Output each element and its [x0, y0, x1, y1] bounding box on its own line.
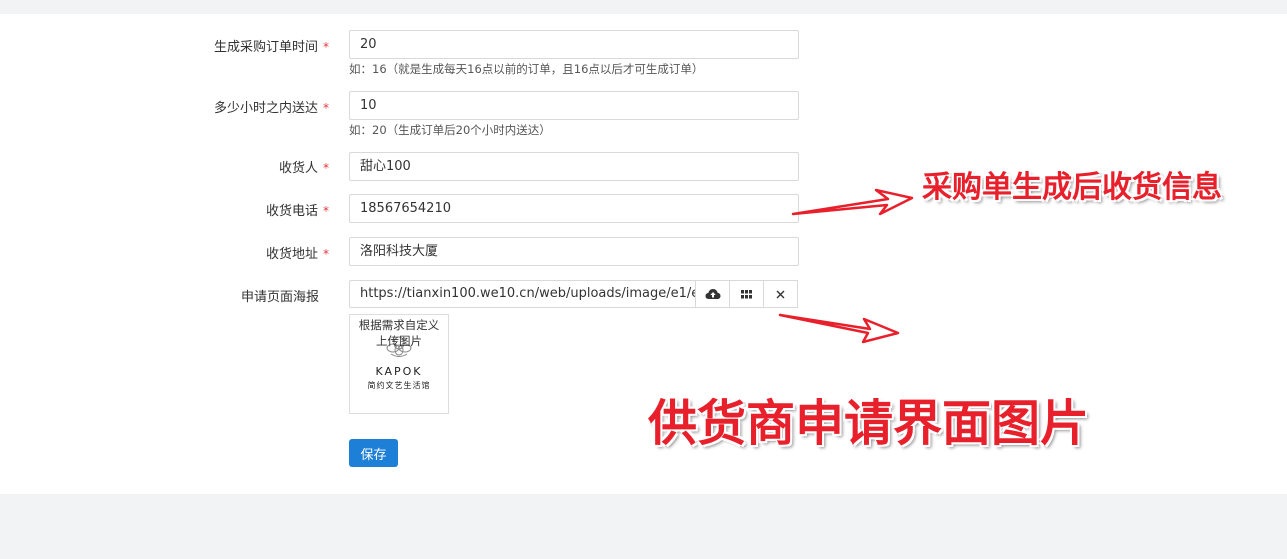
order-time-help: 如：16（就是生成每天16点以前的订单，且16点以后才可生成订单） [349, 62, 704, 76]
thumbnail-brand: KAPOK [375, 365, 423, 378]
grid-icon [741, 289, 752, 299]
thumbnail-text-line2: 上传图片 [376, 334, 422, 348]
delivery-hours-help: 如：20（生成订单后20个小时内送达） [349, 123, 551, 137]
field-label: 多少小时之内送达 * [213, 101, 329, 116]
clear-button[interactable] [763, 280, 798, 308]
poster-thumbnail[interactable]: 根据需求自定义 上传图片 KAPOK 简约文艺生活馆 [349, 314, 449, 414]
required-mark: * [323, 204, 329, 218]
receiver-address-input[interactable] [349, 237, 799, 266]
required-mark: * [323, 40, 329, 54]
required-mark: * [323, 247, 329, 261]
poster-url-input[interactable]: https://tianxin100.we10.cn/web/uploads/i… [349, 280, 696, 308]
thumbnail-text-line1: 根据需求自定义 [358, 318, 440, 332]
field-label: 收货电话 * [265, 204, 329, 219]
field-label: 收货人 * [278, 161, 329, 176]
cloud-upload-icon [705, 288, 721, 300]
receiver-input[interactable] [349, 152, 799, 181]
top-bar [0, 0, 1287, 14]
annotation-supplier-image: 供货商申请界面图片 [648, 395, 1090, 452]
thumbnail-subtitle: 简约文艺生活馆 [367, 381, 431, 390]
delivery-hours-input[interactable] [349, 91, 799, 120]
field-label: 申请页面海报 [240, 290, 319, 305]
order-time-input[interactable] [349, 30, 799, 59]
required-mark: * [323, 101, 329, 115]
annotation-receiving-info: 采购单生成后收货信息 [922, 170, 1222, 205]
close-icon [776, 290, 785, 299]
field-label: 收货地址 * [265, 247, 329, 262]
gallery-button[interactable] [729, 280, 764, 308]
save-button[interactable]: 保存 [349, 439, 398, 467]
field-label: 生成采购订单时间 * [213, 40, 329, 55]
receiver-phone-input[interactable] [349, 194, 799, 223]
upload-button[interactable] [695, 280, 730, 308]
poster-input-group: https://tianxin100.we10.cn/web/uploads/i… [349, 280, 799, 308]
required-mark: * [323, 161, 329, 175]
